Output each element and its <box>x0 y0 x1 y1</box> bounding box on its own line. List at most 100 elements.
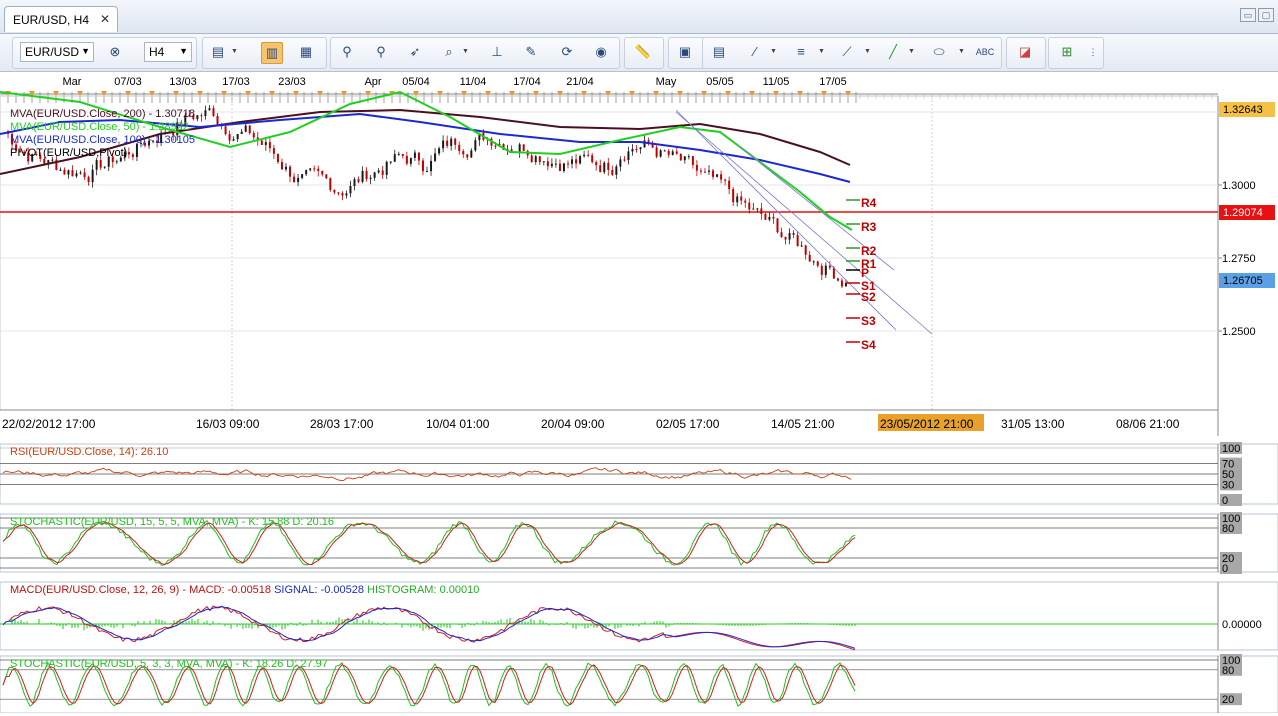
chevron-down-icon[interactable]: ▼ <box>770 48 777 55</box>
candle-body <box>824 265 827 275</box>
candle-body <box>619 159 622 167</box>
zoom-in-icon[interactable]: ⚲ <box>336 42 358 64</box>
candle-body <box>83 172 86 178</box>
hierarchy-icon[interactable]: ⊞ <box>1056 42 1078 64</box>
candle-body <box>699 170 702 172</box>
restore-icon[interactable]: ▭ <box>1240 8 1256 22</box>
pivot-label: S4 <box>861 338 876 352</box>
chevron-down-icon[interactable]: ▼ <box>958 48 965 55</box>
candle-body <box>832 267 835 279</box>
candle-body <box>115 161 118 163</box>
candle-body <box>716 174 719 177</box>
candle-body <box>712 170 715 177</box>
tab-label: EUR/USD, H4 <box>13 13 90 27</box>
candle-body <box>103 166 106 168</box>
close-icon[interactable]: ✕ <box>100 12 110 26</box>
candle-body <box>393 154 396 162</box>
candle-body <box>635 148 638 150</box>
price-tick-label: 1.2500 <box>1222 326 1256 338</box>
candle-body <box>301 174 304 178</box>
indicator-legend-line: MVA(EUR/USD.Close, 200) - 1.30718 <box>10 108 195 120</box>
tab-eurusd-h4[interactable]: EUR/USD, H4 ✕ <box>4 6 118 32</box>
candle-body <box>732 189 735 203</box>
time-axis-label: 14/05 21:00 <box>771 417 835 431</box>
crosshair-icon[interactable]: ⊥ <box>486 42 508 64</box>
candle-body <box>591 155 594 163</box>
candle-body <box>567 163 569 165</box>
candle-body <box>458 144 461 152</box>
pivot-label: R3 <box>861 220 877 234</box>
ellipse-icon[interactable]: ⬭ <box>928 42 950 64</box>
time-axis-label: 22/02/2012 17:00 <box>2 417 96 431</box>
time-axis-label: 31/05 13:00 <box>1001 417 1065 431</box>
trendline-icon[interactable]: ╱ <box>882 42 904 64</box>
candle-body <box>720 174 723 180</box>
candles-icon[interactable]: ▥ <box>261 42 283 64</box>
symbol-select[interactable]: EUR/USD ▼ <box>20 42 94 62</box>
macd-title: MACD(EUR/USD.Close, 12, 26, 9) - MACD: -… <box>10 584 479 596</box>
candle-body <box>438 148 441 154</box>
candle-body <box>264 142 267 145</box>
timeframe-select[interactable]: H4 ▼ <box>144 42 192 62</box>
chart-svg[interactable]: Mar 07/03 13/03 17/03 23/03 Apr 05/04 11/04 17/0… <box>0 72 1278 714</box>
candle-body <box>518 144 521 153</box>
candle-body <box>595 162 598 166</box>
top-date-label: 07/03 <box>114 76 142 88</box>
candle-body <box>228 134 231 141</box>
candle-body <box>780 232 783 238</box>
top-date-label: May <box>656 76 677 88</box>
bars-icon[interactable]: ▦ <box>295 42 317 64</box>
chevron-down-icon[interactable]: ▼ <box>231 48 238 55</box>
candle-body <box>430 160 433 172</box>
draw-lines-icon[interactable]: ⁄ <box>744 42 766 64</box>
eraser-icon[interactable]: ◪ <box>1014 42 1036 64</box>
chart-container[interactable]: Mar 07/03 13/03 17/03 23/03 Apr 05/04 11/04 17/0… <box>0 72 1278 714</box>
candle-body <box>317 168 320 171</box>
ruler-icon[interactable]: 📏 <box>632 42 654 64</box>
chevron-down-icon[interactable]: ▼ <box>864 48 871 55</box>
price-marker-label: 1.32643 <box>1223 104 1263 116</box>
candle-body <box>91 169 94 183</box>
candle-body <box>748 202 751 210</box>
chevron-down-icon[interactable]: ▼ <box>908 48 915 55</box>
maximize-icon[interactable]: ▢ <box>1258 8 1274 22</box>
fibonacci-icon[interactable]: ⟋ <box>836 42 858 64</box>
candle-body <box>305 170 308 175</box>
candle-body <box>836 278 839 281</box>
candle-body <box>655 147 658 157</box>
candle-body <box>784 237 787 240</box>
chevron-down-icon[interactable]: ▼ <box>462 48 469 55</box>
measure-icon[interactable]: ⌕ <box>438 42 460 64</box>
overflow-icon[interactable]: ⋮ <box>1082 42 1104 64</box>
candle-body <box>462 151 465 155</box>
candle-body <box>71 170 74 177</box>
edit-icon[interactable]: ✎ <box>520 42 542 64</box>
text-tool-icon[interactable]: ABC <box>974 42 996 64</box>
candle-body <box>623 159 626 161</box>
top-date-label: 17/03 <box>222 76 250 88</box>
candle-body <box>397 153 400 155</box>
candle-body <box>381 170 384 175</box>
candle-body <box>695 164 698 171</box>
top-date-label: 21/04 <box>566 76 594 88</box>
candle-body <box>442 140 445 149</box>
indicators-icon[interactable]: ≡ <box>790 42 812 64</box>
zoom-out-icon[interactable]: ⚲ <box>370 42 392 64</box>
candle-body <box>337 192 340 194</box>
image-icon[interactable]: ▣ <box>674 42 696 64</box>
candle-body <box>744 200 747 203</box>
cursor-icon[interactable]: ➶ <box>404 42 426 64</box>
candle-body <box>816 261 819 266</box>
globe-icon[interactable]: ◉ <box>590 42 612 64</box>
candle-body <box>579 156 582 164</box>
layout-icon[interactable]: ▤ <box>708 42 730 64</box>
macd-title-part: SIGNAL: -0.00528 <box>274 584 367 596</box>
tab-bar: EUR/USD, H4 ✕ ▭ ▢ <box>0 0 1278 34</box>
chart-type-icon[interactable]: ▤ <box>207 42 229 64</box>
remove-symbol-icon[interactable]: ⊗ <box>104 42 126 64</box>
chevron-down-icon[interactable]: ▼ <box>818 48 825 55</box>
candle-body <box>450 138 453 146</box>
indicator-legend-line: PIVOT(EUR/USD,Pivot) <box>10 147 127 159</box>
candle-body <box>212 108 215 116</box>
refresh-icon[interactable]: ⟳ <box>556 42 578 64</box>
